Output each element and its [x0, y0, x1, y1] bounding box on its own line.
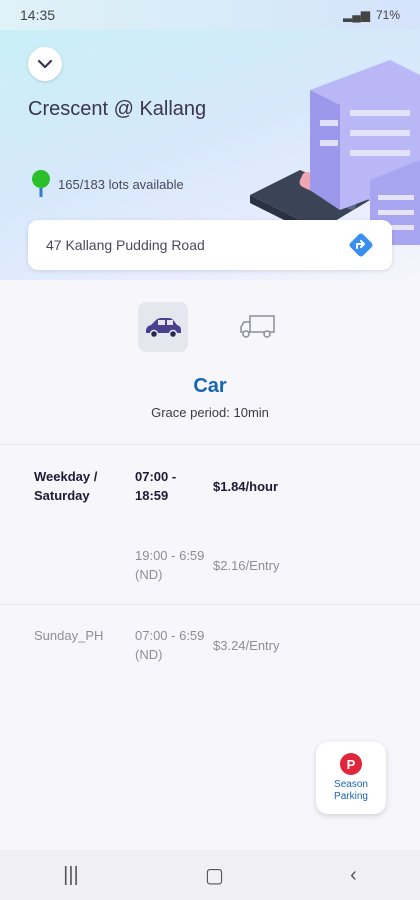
recent-apps-icon[interactable]: |||: [63, 864, 79, 887]
carpark-title: Crescent @ Kallang: [28, 98, 207, 120]
chevron-down-icon: [37, 59, 53, 69]
season-label-line1: Season: [334, 779, 368, 790]
vehicle-truck-button[interactable]: [233, 302, 283, 352]
system-nav-bar: ||| ▢ ‹: [0, 850, 420, 900]
collapse-button[interactable]: [28, 47, 62, 81]
lots-text: 165/183 lots available: [58, 176, 184, 192]
rate-time: 19:00 - 6:59 (ND): [135, 548, 205, 582]
signal-icon: ▂▄▆: [343, 8, 370, 22]
directions-icon[interactable]: [348, 232, 374, 258]
building-illustration: [250, 60, 420, 245]
vehicle-car-button[interactable]: [138, 302, 188, 352]
vehicle-type-label: Car: [193, 375, 227, 397]
truck-icon: [240, 315, 275, 338]
rate-day: Weekday / Saturday: [34, 469, 98, 503]
season-parking-label: Season Parking: [334, 779, 368, 803]
season-parking-button[interactable]: P Season Parking: [316, 742, 386, 814]
rate-price: $3.24/Entry: [213, 638, 280, 653]
status-icons: ▂▄▆ 71%: [343, 8, 400, 22]
status-time: 14:35: [20, 7, 56, 23]
lots-availability: 165/183 lots available: [30, 170, 184, 198]
car-icon: [146, 318, 181, 339]
home-icon[interactable]: ▢: [205, 863, 224, 888]
rate-price: $2.16/Entry: [213, 558, 280, 573]
availability-pin-icon: [32, 170, 50, 197]
rate-day: Sunday_PH: [34, 628, 104, 643]
vehicle-selector: [0, 302, 420, 352]
back-icon[interactable]: ‹: [350, 864, 357, 887]
address-text: 47 Kallang Pudding Road: [46, 237, 205, 253]
rate-time: 07:00 - 18:59: [135, 469, 177, 503]
divider: [0, 444, 420, 445]
address-card[interactable]: 47 Kallang Pudding Road: [28, 220, 392, 270]
battery-level: 71%: [375, 8, 400, 22]
season-label-line2: Parking: [334, 791, 368, 802]
status-bar: 14:35 ▂▄▆ 71%: [0, 0, 420, 30]
parking-badge-icon: P: [340, 753, 362, 775]
rate-time: 07:00 - 6:59 (ND): [135, 628, 205, 662]
grace-period: Grace period: 10min: [151, 405, 269, 420]
rate-price: $1.84/hour: [213, 479, 279, 494]
divider: [0, 604, 420, 605]
